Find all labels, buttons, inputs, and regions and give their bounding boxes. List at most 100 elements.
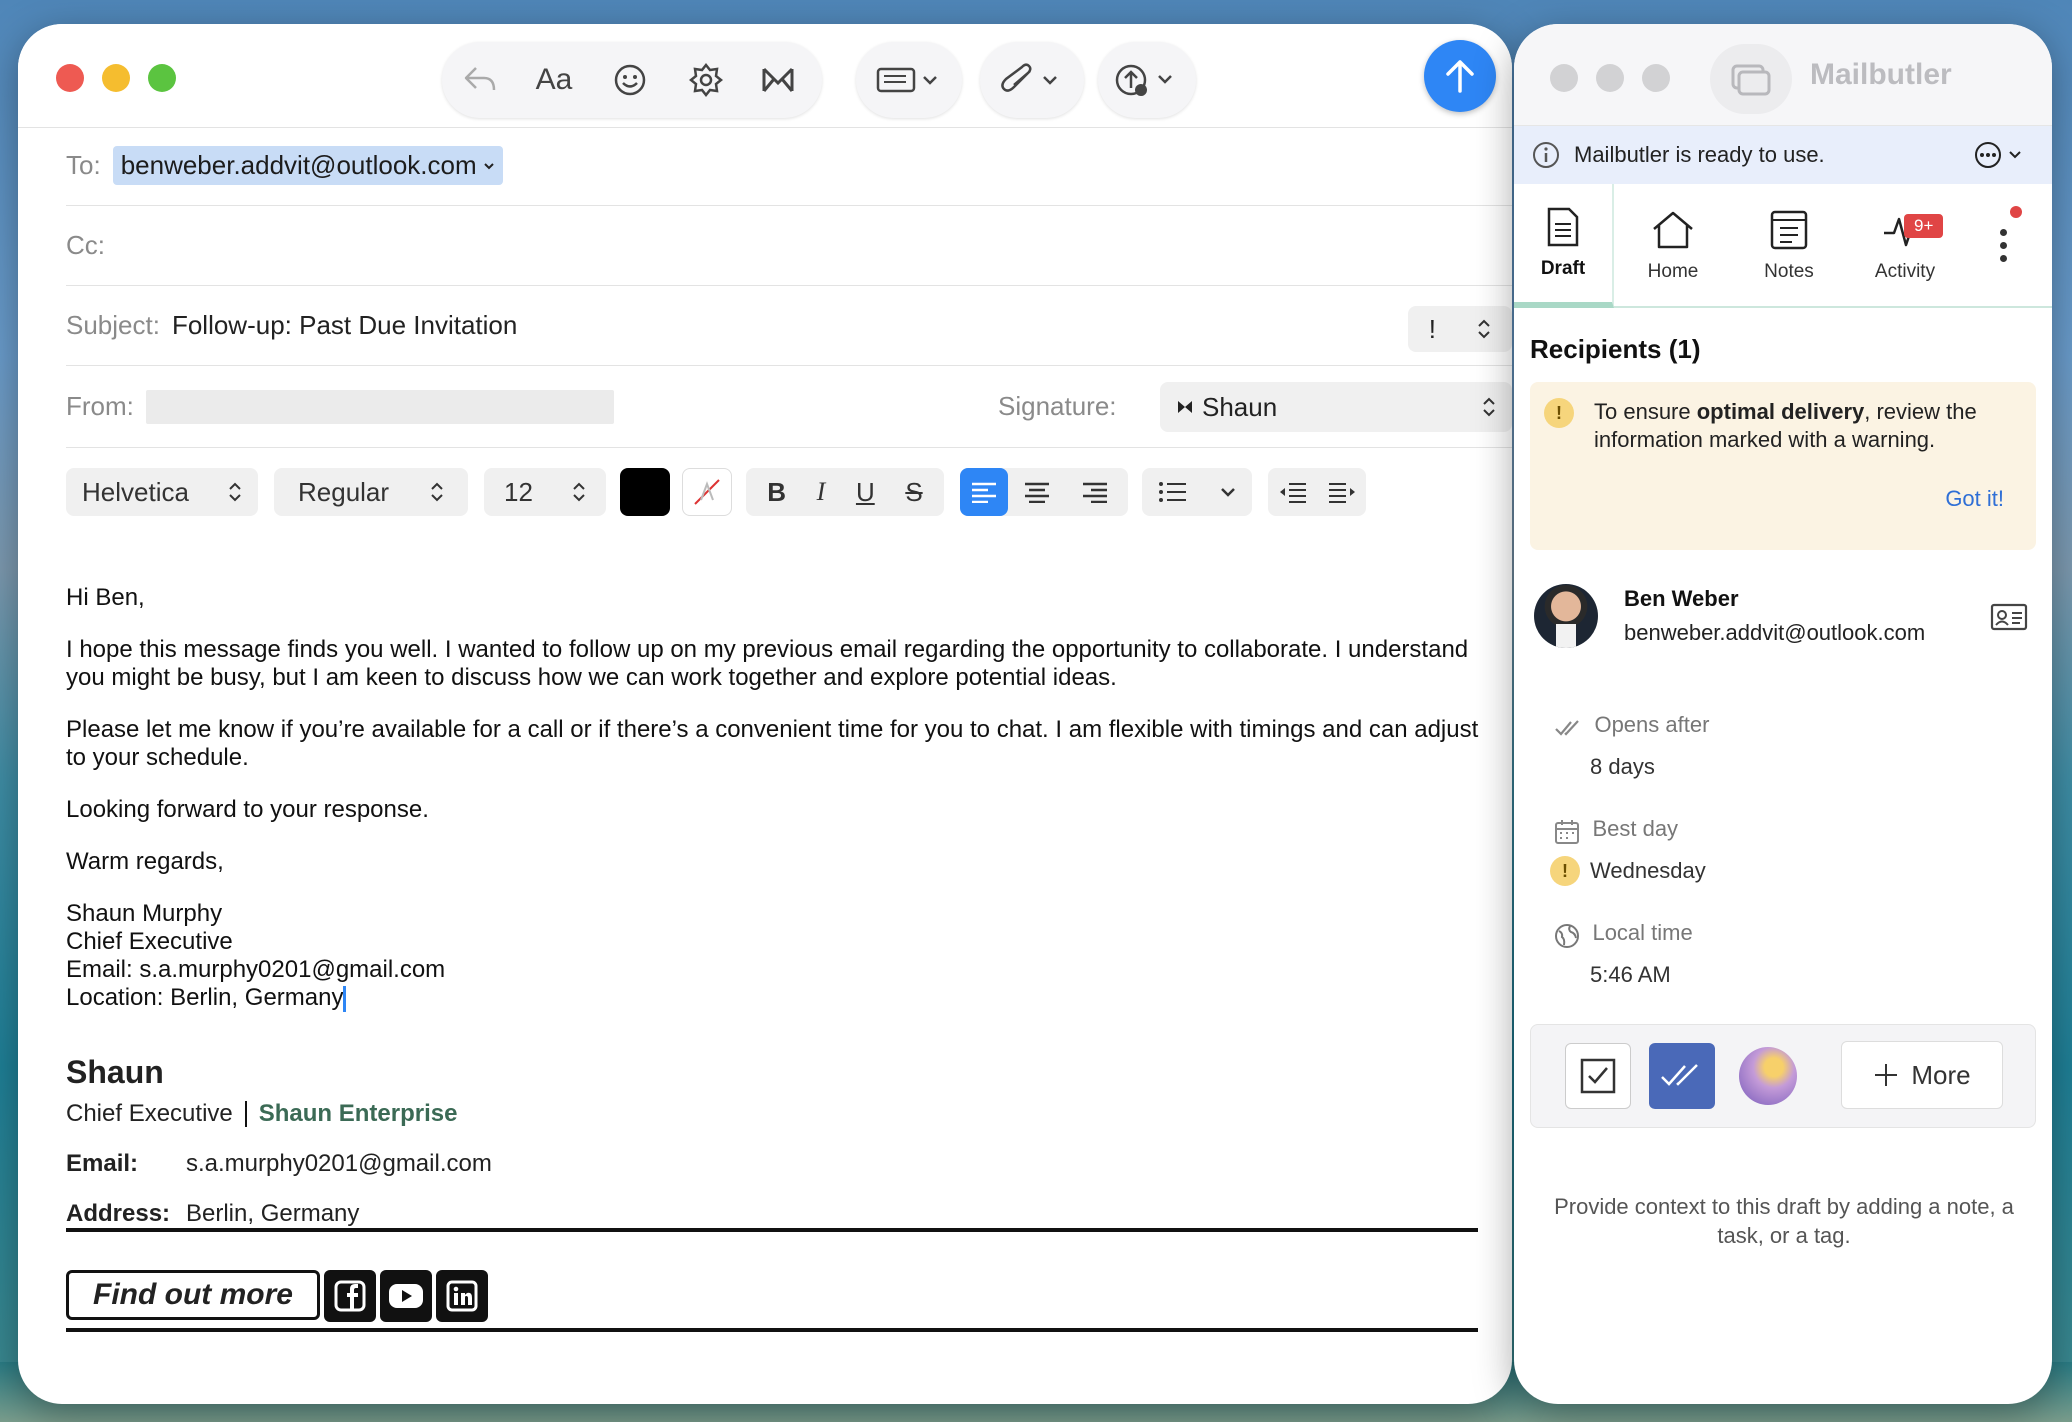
mailbutler-title: Mailbutler (1810, 58, 1952, 91)
local-time-label: Local time (1592, 920, 1693, 945)
priority-value: ! (1428, 313, 1436, 344)
alignment-group (960, 468, 1128, 516)
toggle-sidebar-button[interactable] (1710, 44, 1792, 114)
zoom-window-button[interactable] (1642, 64, 1670, 92)
cc-label: Cc: (66, 230, 105, 260)
body-paragraph-3: Looking forward to your response. (66, 796, 429, 823)
bold-button[interactable]: B (767, 477, 786, 508)
align-center-button[interactable] (1008, 481, 1066, 503)
text-sig-line: Location: Berlin, Germany (66, 984, 1486, 1012)
compose-window: Aa To: benweber.addvit@outlook.com Cc: S… (18, 24, 1512, 1404)
priority-select[interactable]: ! (1408, 306, 1512, 352)
emoji-icon[interactable] (602, 58, 658, 102)
photo-browser-icon[interactable] (678, 58, 734, 102)
contact-card-button[interactable] (1990, 602, 2028, 637)
signature-rule-top (66, 1228, 1478, 1232)
attach-upload-icon[interactable] (1106, 58, 1188, 102)
list-style-select[interactable] (1142, 468, 1252, 516)
close-window-button[interactable] (1550, 64, 1578, 92)
more-actions-button[interactable]: More (1841, 1041, 2003, 1109)
message-body[interactable]: Hi Ben, I hope this message finds you we… (66, 584, 1486, 1012)
markup-icon[interactable] (866, 58, 952, 102)
tabs-more-button[interactable] (1988, 206, 2022, 280)
from-field[interactable] (145, 389, 614, 424)
task-check-icon (1580, 1058, 1616, 1094)
mailbutler-icon[interactable] (750, 58, 806, 102)
align-left-icon (972, 482, 996, 503)
updown-chevron-icon (1483, 397, 1495, 417)
signature-rule-bottom (66, 1328, 1478, 1332)
best-day-stat: Best day (1554, 816, 1678, 845)
italic-button[interactable]: I (817, 477, 826, 507)
reply-icon[interactable] (452, 58, 508, 102)
tab-home-label: Home (1647, 261, 1699, 282)
tab-draft-label: Draft (1540, 258, 1586, 279)
best-day-label: Best day (1592, 816, 1679, 841)
tab-draft[interactable]: Draft (1514, 184, 1614, 308)
best-day-value: Wednesday (1590, 858, 1706, 883)
status-menu-button[interactable] (1974, 141, 2022, 169)
signature-select[interactable]: Shaun (1160, 382, 1512, 432)
text-style-group: B I U S (746, 468, 944, 516)
tab-activity[interactable]: Activity 9+ (1846, 184, 1964, 308)
tab-home[interactable]: Home (1614, 184, 1732, 308)
ai-assistant-button[interactable] (1735, 1043, 1801, 1109)
cc-row[interactable]: Cc: (66, 206, 1512, 286)
mailbutler-sidebar: Mailbutler Mailbutler is ready to use. D… (1514, 24, 2052, 1404)
attachment-icon[interactable] (990, 58, 1074, 102)
signature-email-label: Email: (66, 1150, 139, 1177)
got-it-link[interactable]: Got it! (1945, 486, 2004, 512)
youtube-icon[interactable] (380, 1270, 432, 1322)
indent-increase-icon[interactable] (1327, 481, 1357, 503)
indent-decrease-icon[interactable] (1278, 481, 1308, 503)
find-out-more-button[interactable]: Find out more (66, 1270, 320, 1320)
subject-field[interactable]: Follow-up: Past Due Invitation (172, 310, 517, 341)
text-color-swatch[interactable] (620, 468, 670, 516)
recipient-address: benweber.addvit@outlook.com (120, 150, 477, 180)
minimize-window-button[interactable] (1596, 64, 1624, 92)
signature-address-value: Berlin, Germany (186, 1200, 360, 1227)
close-window-button[interactable] (56, 64, 84, 92)
dot-icon (1999, 254, 2007, 262)
font-family-select[interactable]: Helvetica (66, 468, 258, 516)
align-right-button[interactable] (1066, 481, 1124, 503)
signature-email-value: s.a.murphy0201@gmail.com (186, 1150, 492, 1177)
signature-address-row: Address: Berlin, Germany (66, 1200, 1478, 1228)
facebook-icon[interactable] (324, 1270, 376, 1322)
strikethrough-button[interactable]: S (905, 477, 922, 508)
mailbutler-tabs: Draft Home Notes Activity 9+ (1514, 184, 2052, 308)
text-sig-line: Shaun Murphy (66, 900, 223, 927)
tab-notes[interactable]: Notes (1732, 184, 1846, 308)
chevron-down-icon (1221, 488, 1235, 497)
font-style-value: Regular (298, 476, 390, 507)
warning-icon: ! (1544, 398, 1574, 428)
align-left-button[interactable] (960, 468, 1008, 516)
signature-address-label: Address: (66, 1200, 171, 1227)
chevron-down-icon (2009, 151, 2021, 159)
dot-icon (1999, 228, 2007, 236)
underline-button[interactable]: U (856, 477, 875, 508)
font-icon[interactable]: Aa (526, 58, 582, 102)
zoom-window-button[interactable] (148, 64, 176, 92)
format-toolbar-group: Aa (442, 42, 822, 118)
recipient-token[interactable]: benweber.addvit@outlook.com (112, 146, 503, 185)
task-button[interactable] (1565, 1043, 1631, 1109)
closing: Warm regards, (66, 848, 224, 875)
linkedin-icon[interactable] (436, 1270, 488, 1322)
clear-color-button[interactable] (682, 468, 732, 516)
more-label: More (1911, 1059, 1971, 1090)
font-size-select[interactable]: 12 (484, 468, 606, 516)
text-sig-line: Chief Executive (66, 928, 233, 955)
minimize-window-button[interactable] (102, 64, 130, 92)
send-button[interactable] (1424, 40, 1496, 112)
signature-company: Shaun Enterprise (258, 1100, 458, 1127)
info-icon (1533, 142, 1559, 168)
tracking-button[interactable] (1649, 1043, 1715, 1109)
font-style-select[interactable]: Regular (274, 468, 468, 516)
signature-value: Shaun (1202, 391, 1278, 422)
double-check-icon (1555, 720, 1579, 736)
text-cursor (343, 985, 347, 1012)
chevron-down-icon (483, 162, 494, 169)
draft-icon (1547, 207, 1579, 247)
markup-group (856, 42, 962, 118)
